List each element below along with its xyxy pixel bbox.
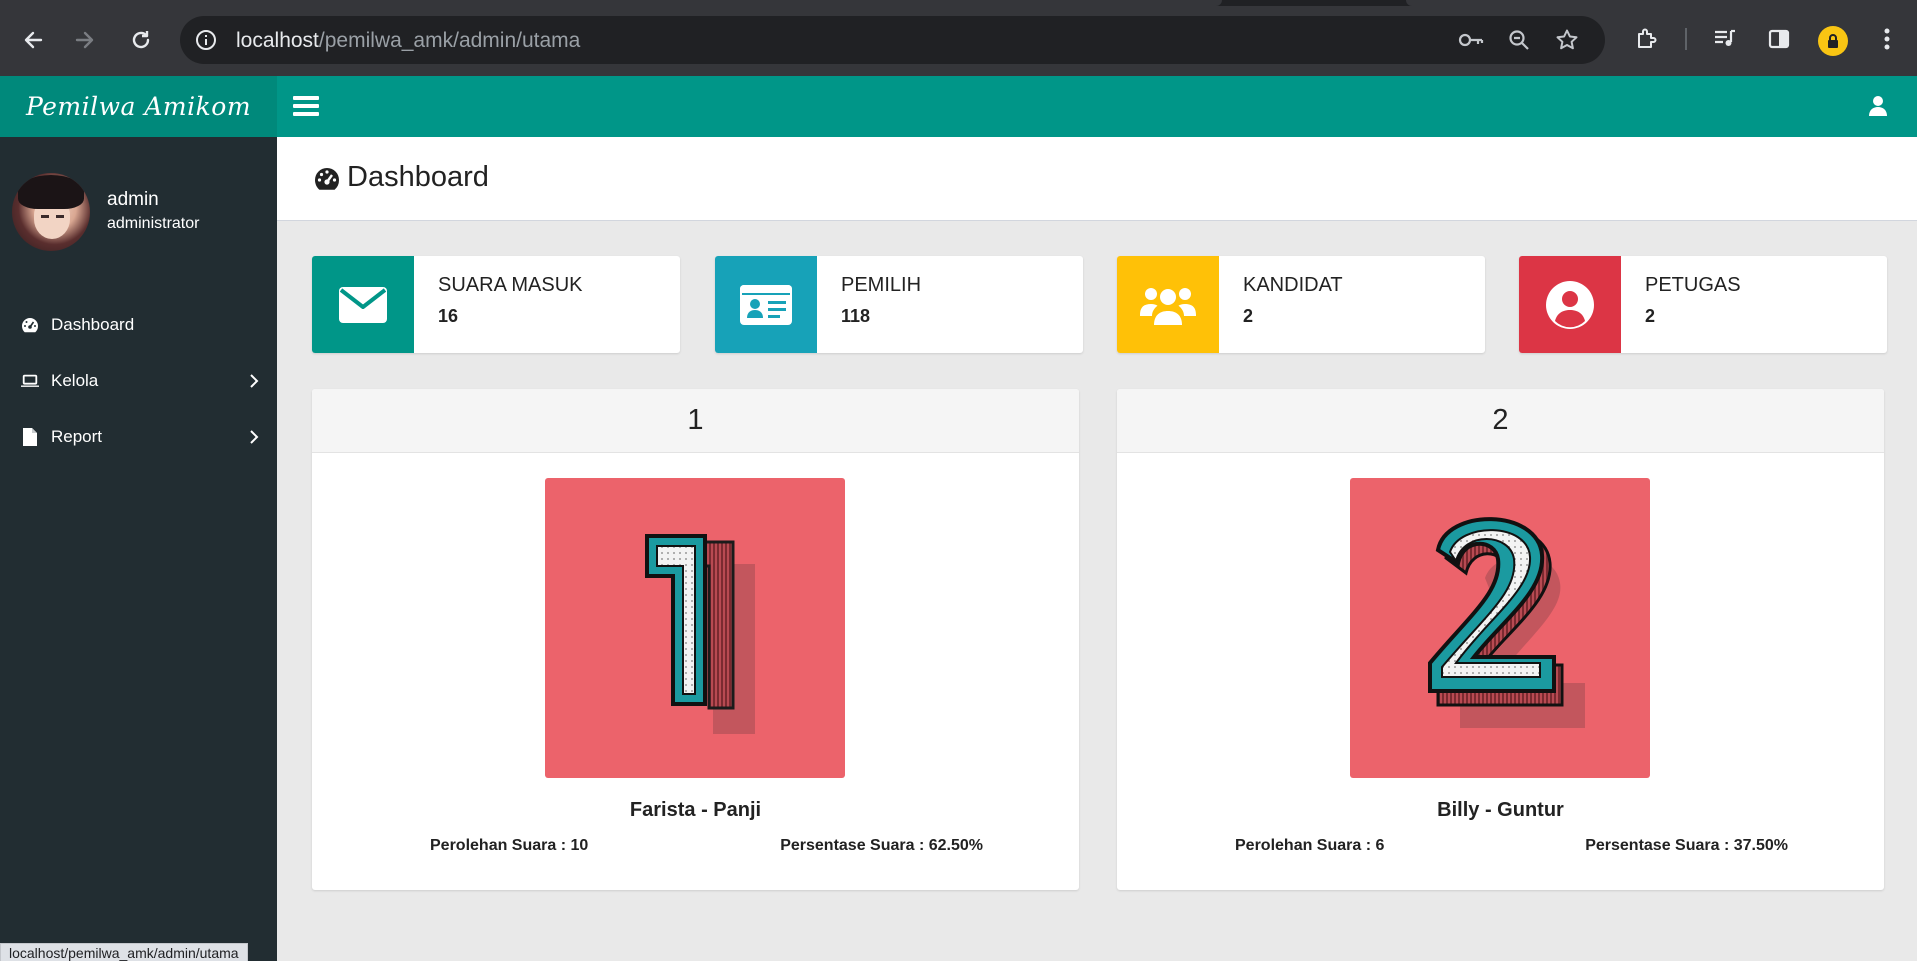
candidate-name: Farista - Panji: [629, 799, 762, 821]
stat-box-pemilih: PEMILIH 118: [715, 256, 1083, 353]
file-icon: [21, 428, 39, 446]
candidate-card-2: 2 Billy - Guntur Perolehan Suara : 6 Per…: [1117, 389, 1884, 890]
sidebar-item-kelola[interactable]: Kelola: [0, 353, 277, 409]
sidebar: admin administrator Dashboard Kelola Rep…: [0, 137, 277, 961]
arrow-right-icon: [75, 31, 94, 49]
stat-value: 2: [1243, 306, 1254, 326]
candidate-percentage: Persentase Suara : 37.50%: [1585, 837, 1788, 854]
page-title: Dashboard: [347, 161, 489, 193]
tab-strip: [0, 0, 1917, 6]
zoom-icon[interactable]: [1506, 28, 1532, 52]
stat-box-petugas: PETUGAS 2: [1519, 256, 1887, 353]
laptop-icon: [21, 372, 39, 390]
key-icon[interactable]: [1458, 28, 1484, 52]
dashboard-icon: [315, 168, 340, 190]
stat-label: SUARA MASUK: [438, 274, 583, 296]
site-info-icon[interactable]: [194, 28, 218, 52]
arrow-left-icon: [24, 31, 43, 49]
browser-toolbar: localhost/pemilwa_amk/admin/utama: [0, 0, 1917, 76]
back-button[interactable]: [15, 22, 51, 58]
numeral-two-graphic: [1428, 517, 1585, 728]
reload-button[interactable]: [123, 22, 159, 58]
side-panel-icon[interactable]: [1762, 22, 1796, 56]
url-text[interactable]: localhost/pemilwa_amk/admin/utama: [236, 29, 580, 53]
chevron-right-icon: [250, 374, 259, 388]
sidebar-item-report[interactable]: Report: [0, 409, 277, 465]
envelope-icon: [312, 256, 414, 353]
numeral-one-graphic: [645, 534, 755, 734]
sidebar-toggle-icon[interactable]: [293, 94, 319, 118]
status-bar-url: localhost/pemilwa_amk/admin/utama: [0, 943, 248, 961]
logo-text: Pemilwa Amikom: [25, 92, 252, 121]
candidate-percentage: Persentase Suara : 62.50%: [780, 837, 983, 854]
sidebar-item-label: Report: [51, 427, 103, 446]
candidate-card-1: 1 Farista - Panji Perolehan Suara : 10 P…: [312, 389, 1079, 890]
menu-kebab-icon[interactable]: [1870, 22, 1904, 56]
active-tab[interactable]: [0, 0, 1222, 6]
chevron-right-icon: [250, 430, 259, 444]
stat-value: 2: [1645, 306, 1656, 326]
stat-label: PETUGAS: [1645, 274, 1741, 296]
stat-value: 16: [438, 306, 459, 326]
bookmark-star-icon[interactable]: [1554, 28, 1580, 52]
profile-avatar[interactable]: [1818, 26, 1848, 56]
stat-box-suara-masuk: SUARA MASUK 16: [312, 256, 680, 353]
stat-box-kandidat: KANDIDAT 2: [1117, 256, 1485, 353]
url-host: localhost: [236, 29, 319, 52]
candidate-photo[interactable]: [1350, 478, 1650, 778]
user-avatar: [12, 173, 90, 251]
candidate-number: 2: [1117, 389, 1884, 453]
dashboard-icon: [21, 316, 39, 334]
content-header: Dashboard: [277, 137, 1917, 221]
sidebar-item-label: Kelola: [51, 371, 99, 390]
sidebar-menu: Dashboard Kelola Report: [0, 297, 277, 465]
candidate-votes: Perolehan Suara : 6: [1235, 837, 1385, 854]
stat-label: KANDIDAT: [1243, 274, 1343, 296]
user-circle-icon: [1519, 256, 1621, 353]
sidebar-item-label: Dashboard: [51, 315, 135, 334]
user-menu-icon[interactable]: [1867, 94, 1889, 118]
lock-icon: [1828, 34, 1838, 48]
candidate-name: Billy - Guntur: [1437, 799, 1564, 821]
url-path: /pemilwa_amk/admin/utama: [318, 29, 581, 52]
forward-button[interactable]: [67, 22, 103, 58]
reload-icon: [132, 31, 150, 49]
sidebar-item-dashboard[interactable]: Dashboard: [0, 297, 277, 353]
toolbar-divider: [1685, 28, 1687, 50]
stat-label: PEMILIH: [841, 274, 922, 296]
stat-value: 118: [841, 306, 871, 326]
candidate-number: 1: [312, 389, 1079, 453]
candidate-photo[interactable]: [545, 478, 845, 778]
candidate-votes: Perolehan Suara : 10: [430, 837, 589, 854]
user-role: administrator: [107, 215, 200, 232]
browser-tab[interactable]: [1406, 0, 1917, 6]
users-icon: [1117, 256, 1219, 353]
top-navbar: [277, 76, 1917, 137]
address-bar[interactable]: localhost/pemilwa_amk/admin/utama: [180, 16, 1605, 64]
extensions-icon[interactable]: [1630, 22, 1664, 56]
media-control-icon[interactable]: [1708, 22, 1742, 56]
id-card-icon: [715, 256, 817, 353]
user-name: admin: [107, 189, 159, 210]
app-logo[interactable]: Pemilwa Amikom: [0, 76, 277, 137]
